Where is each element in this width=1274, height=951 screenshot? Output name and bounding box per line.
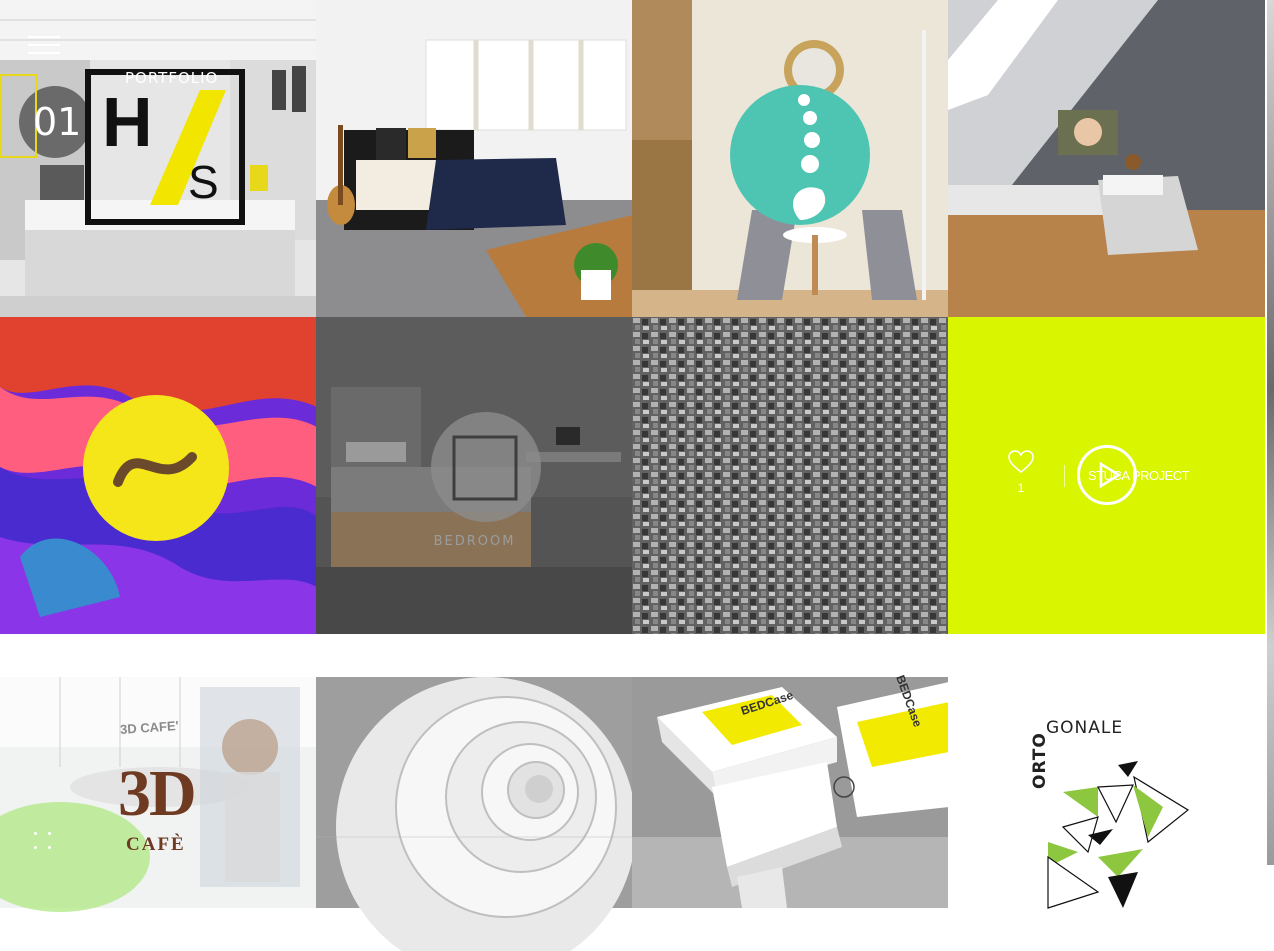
tile-attic-room[interactable] — [948, 0, 1265, 317]
city-photo-image — [632, 317, 949, 634]
dot — [48, 832, 51, 835]
dot — [34, 832, 37, 835]
dot — [34, 846, 37, 849]
hamburger-menu-icon[interactable] — [28, 36, 60, 58]
ortogonale-word-top: GONALE — [1046, 718, 1124, 738]
bedroom-dark-render-image — [316, 317, 633, 634]
tile-colorful-illustration[interactable] — [0, 317, 317, 634]
logo-letter-s: S — [188, 156, 219, 208]
divider — [1064, 465, 1065, 487]
logo-number: 01 — [33, 100, 82, 144]
cafe-logo-big: 3D — [118, 757, 197, 830]
illustration-image — [0, 317, 317, 634]
logo-letter-h: H — [102, 83, 153, 161]
like-count: 1 — [1017, 481, 1025, 495]
nautilus-image — [316, 677, 633, 951]
attic-room-render-image — [948, 0, 1265, 317]
bedroom-render-image — [316, 0, 633, 317]
tile-bedroom-guitar[interactable] — [316, 0, 633, 317]
tile-waiting-room[interactable] — [632, 0, 949, 317]
dot — [48, 846, 51, 849]
tile-city-photo[interactable] — [632, 317, 949, 634]
tile-3d-cafe[interactable]: 3D CAFE' 3D CAFÈ — [0, 634, 317, 951]
tile-ortogonale[interactable]: GONALE ORTO — [948, 634, 1265, 951]
tile-boxes[interactable]: BEDCase BEDCase — [632, 634, 949, 951]
scroll-edge-strip — [1267, 0, 1274, 865]
menu-line — [28, 44, 60, 46]
cafe-logo-small: CAFÈ — [126, 834, 186, 855]
tile-stuca-project[interactable]: 1 STUCA PROJECT — [948, 317, 1265, 634]
waiting-room-render-image — [632, 0, 949, 317]
like-button[interactable]: 1 — [1006, 450, 1036, 495]
ortogonale-word-side: ORTO — [1030, 732, 1050, 789]
heart-icon — [1008, 450, 1034, 474]
ortogonale-logo-image — [948, 677, 1265, 909]
project-title[interactable]: STUCA PROJECT — [1088, 468, 1190, 483]
tile-bedroom-dark[interactable]: BEDROOM — [316, 317, 633, 634]
bedroom-label: BEDROOM — [433, 534, 516, 549]
menu-line — [28, 52, 60, 54]
menu-line — [28, 36, 60, 38]
tile-nautilus[interactable] — [316, 634, 633, 951]
portfolio-grid: 01 PORTFOLIO H S BEDROOM 1 STUCA PROJECT… — [0, 0, 1267, 951]
